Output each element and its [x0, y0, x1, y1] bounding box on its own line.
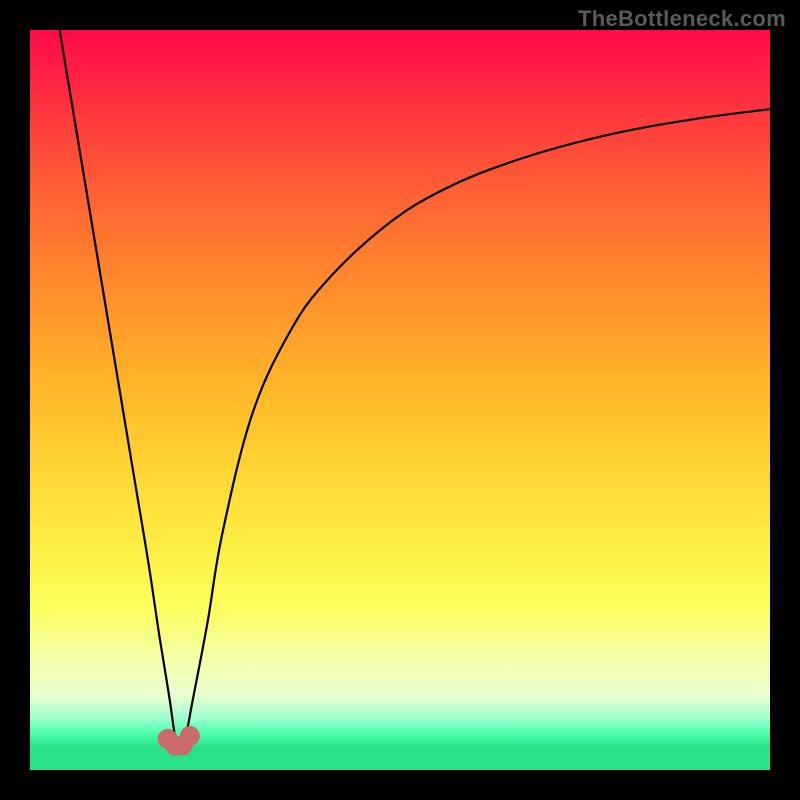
- curve-right-branch: [178, 109, 770, 748]
- curve-layer: [30, 30, 770, 770]
- plot-area: [30, 30, 770, 770]
- curve-left-branch: [60, 30, 178, 748]
- minimum-markers: [158, 726, 200, 756]
- chart-stage: TheBottleneck.com: [0, 0, 800, 800]
- marker-dot-3: [180, 726, 200, 746]
- watermark-text: TheBottleneck.com: [578, 6, 786, 32]
